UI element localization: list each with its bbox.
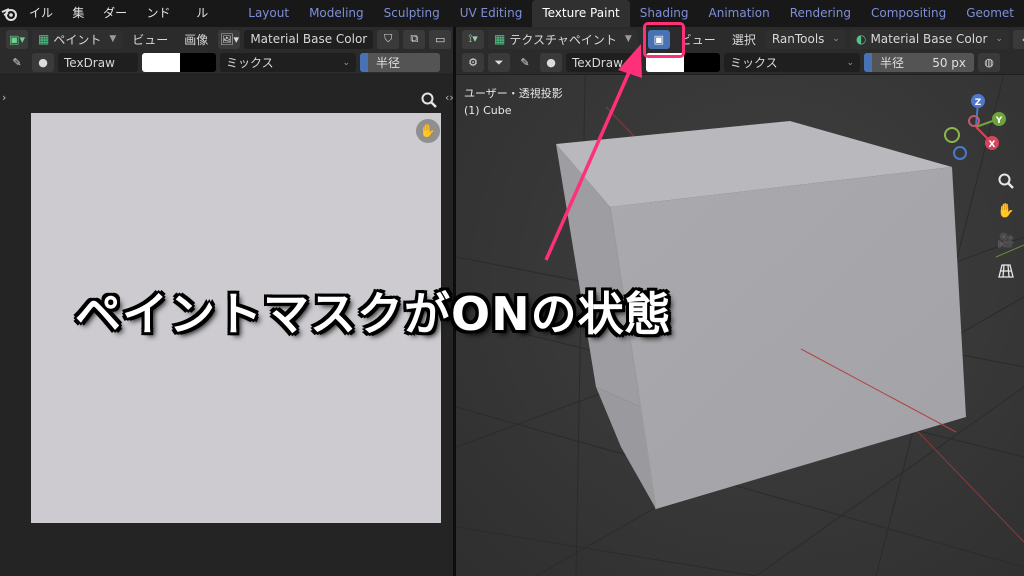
zoom-icon[interactable] [418, 89, 440, 111]
pressure-icon[interactable]: ◍ [978, 53, 1000, 72]
brush-tool-icon[interactable]: ✎ [514, 53, 536, 72]
gizmo-x-label: X [989, 140, 996, 150]
tab-uv-editing[interactable]: UV Editing [450, 0, 533, 27]
gizmo-y-label: Y [995, 116, 1003, 126]
rantools-menu[interactable]: RanTools ⌄ [765, 29, 846, 49]
texture-paint-mode-dropdown[interactable]: ▦ テクスチャペイント ▼ [488, 29, 638, 49]
chevron-down-icon: ⌄ [832, 34, 840, 44]
pan-hand-icon[interactable]: ✋ [993, 198, 1019, 224]
tab-rendering[interactable]: Rendering [780, 0, 861, 27]
camera-icon[interactable]: 🎥 [993, 228, 1019, 254]
viewport-info: ユーザー・透視投影 (1) Cube [464, 85, 563, 119]
radius-label: 半径 [880, 56, 905, 70]
radius-field[interactable]: 半径 [360, 53, 440, 72]
radius-slider-fill [864, 53, 872, 72]
tab-layout[interactable]: Layout [238, 0, 299, 27]
secondary-color-swatch[interactable] [180, 53, 216, 72]
image-editor-header: ▣▾ ▦ ペイント ▼ ビュー 画像 🖼▾ Material Base Color … [0, 27, 453, 51]
gizmo-neg-x-axis [968, 115, 980, 127]
pan-hand-icon[interactable]: ✋ [416, 119, 440, 143]
view-menu[interactable]: ビュー [126, 31, 174, 48]
brush-tool-icon[interactable]: ✎ [6, 53, 28, 72]
chevron-down-icon: ⌄ [342, 57, 350, 68]
tab-geometry[interactable]: Geomet [956, 0, 1024, 27]
radius-field[interactable]: 半径 50 px [864, 53, 974, 72]
tab-compositing[interactable]: Compositing [861, 0, 956, 27]
paint-icon: ▦ [494, 32, 506, 46]
chevron-down-icon: ▼ [109, 34, 117, 44]
paint-mode-dropdown[interactable]: ▦ ペイント ▼ [32, 29, 123, 49]
blend-mode-label: ミックス [226, 56, 274, 70]
tab-texture-paint[interactable]: Texture Paint [532, 0, 630, 27]
gizmo-neg-y-axis [944, 127, 960, 143]
folder-icon[interactable]: ▭ [429, 29, 452, 49]
annotation-caption: ペイントマスクがONの状態 [75, 287, 672, 341]
settings-gear-icon[interactable]: ⚙ [462, 53, 484, 72]
tab-sculpting[interactable]: Sculpting [374, 0, 450, 27]
material-label: Material Base Color [870, 32, 988, 46]
paint-mode-label: ペイント [53, 32, 102, 47]
blend-mode-dropdown[interactable]: ミックス ⌄ [724, 53, 860, 72]
filter-icon[interactable]: ⏷ [488, 53, 510, 72]
secondary-color-swatch[interactable] [684, 53, 720, 72]
radius-slider-fill [360, 53, 368, 72]
texture-paint-mode-label: テクスチャペイント [509, 32, 617, 47]
blender-logo-icon[interactable] [0, 0, 20, 27]
workspace-tabs: Layout Modeling Sculpting UV Editing Tex… [238, 0, 1024, 27]
collapse-header-icon[interactable]: ‹ [1012, 29, 1024, 49]
expand-sidebar-arrow-icon[interactable]: ‹› [445, 91, 453, 104]
image-browse-icon[interactable]: 🖼▾ [218, 29, 241, 49]
radius-value: 50 px [932, 55, 966, 70]
select-menu[interactable]: 選択 [726, 31, 762, 48]
paint-icon: ▦ [38, 32, 50, 46]
brush-preview-icon[interactable]: ● [540, 53, 562, 72]
expand-left-arrow-icon[interactable]: › [2, 91, 6, 104]
editor-type-icon[interactable]: ⟟▾ [462, 29, 484, 49]
chevron-down-icon: ▼ [624, 34, 632, 44]
blend-mode-dropdown[interactable]: ミックス ⌄ [220, 53, 356, 72]
chevron-down-icon: ⌄ [995, 34, 1003, 44]
editor-type-icon[interactable]: ▣▾ [6, 29, 28, 49]
brush-name-field[interactable]: TexDraw [58, 53, 138, 72]
view-perspective-label: ユーザー・透視投影 [464, 87, 563, 100]
gizmo-z-label: Z [975, 98, 982, 108]
brush-name-field[interactable]: TexDraw [566, 53, 642, 72]
image-tool-settings: ✎ ● TexDraw ミックス ⌄ 半径 [0, 51, 453, 75]
image-name-field[interactable]: Material Base Color [244, 29, 374, 49]
brush-preview-icon[interactable]: ● [32, 53, 54, 72]
material-sphere-icon: ◐ [855, 32, 867, 46]
radius-label: 半径 [376, 56, 401, 70]
rantools-label: RanTools [771, 32, 825, 46]
image-menu[interactable]: 画像 [178, 31, 214, 48]
chevron-down-icon: ⌄ [846, 57, 854, 68]
tab-animation[interactable]: Animation [699, 0, 780, 27]
fake-user-shield-icon[interactable]: ⛉ [377, 29, 400, 49]
primary-color-swatch[interactable] [142, 53, 180, 72]
blend-mode-label: ミックス [730, 56, 778, 70]
material-dropdown[interactable]: ◐ Material Base Color ⌄ [849, 29, 1009, 49]
perspective-grid-icon[interactable] [993, 258, 1019, 284]
zoom-icon[interactable] [993, 168, 1019, 194]
duplicate-icon[interactable]: ⧉ [403, 29, 426, 49]
viewport-header: ⟟▾ ▦ テクスチャペイント ▼ ▣ ビュー 選択 RanTools ⌄ ◐ Mater… [456, 27, 1024, 51]
tab-modeling[interactable]: Modeling [299, 0, 374, 27]
paint-mask-highlight-box [643, 22, 685, 58]
viewport-tool-settings: ⚙ ⏷ ✎ ● TexDraw ミックス ⌄ 半径 50 px ◍ [456, 51, 1024, 75]
navigation-gizmo[interactable]: Z Y X [940, 91, 1010, 161]
active-object-label: (1) Cube [464, 104, 512, 117]
top-menubar: ファイル 編集 レンダー ウィンドウ ヘルプ Layout Modeling S… [0, 0, 1024, 47]
gizmo-neg-z-axis [953, 146, 967, 160]
